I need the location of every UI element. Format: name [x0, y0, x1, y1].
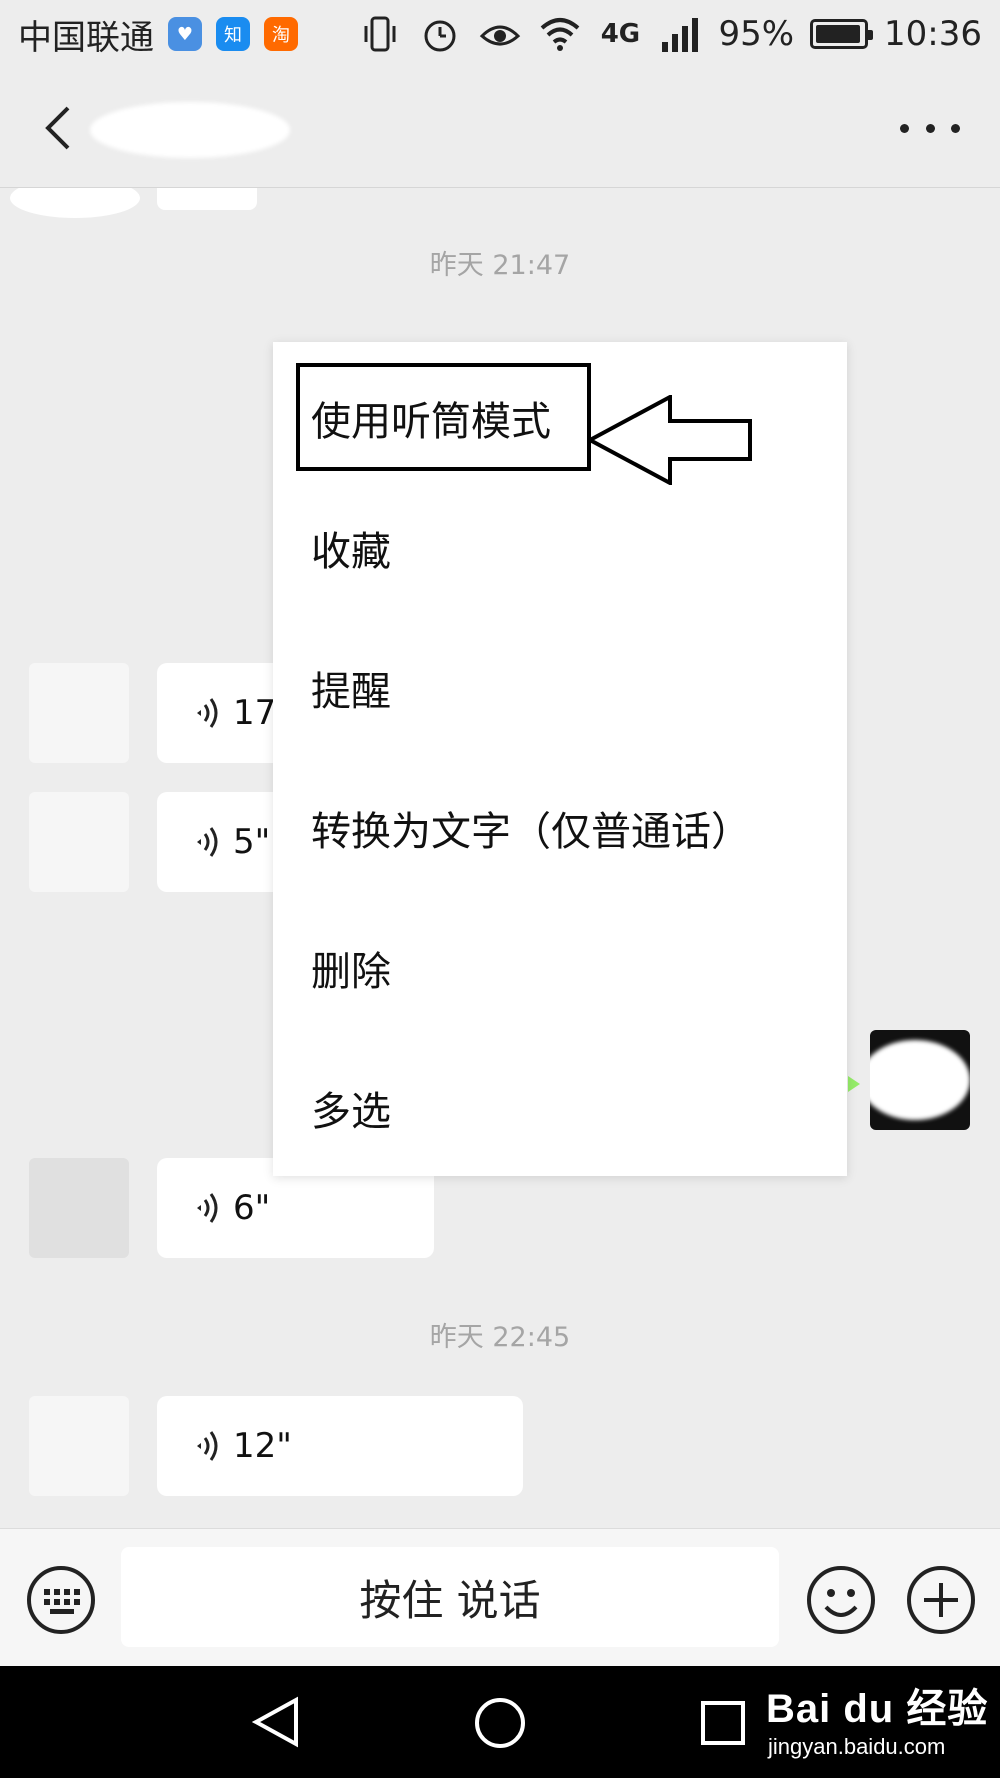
- voice-icon: [197, 827, 218, 857]
- voice-icon: [197, 1431, 218, 1461]
- status-bar: 中国联通 ♥ 知 淘 4G 95% 10:36: [0, 0, 1000, 68]
- more-options-button[interactable]: [900, 108, 960, 148]
- voice-duration: 6": [233, 1188, 271, 1228]
- voice-duration: 5": [233, 822, 271, 862]
- baidu-jingyan-watermark: Bai du 经验 jingyan.baidu.com: [766, 1687, 989, 1759]
- keyboard-toggle-button[interactable]: [26, 1565, 96, 1635]
- triangle-back-icon: [251, 1696, 298, 1748]
- menu-item-convert-to-text[interactable]: 转换为文字（仅普通话）: [311, 802, 751, 862]
- system-navigation-bar: Bai du 经验 jingyan.baidu.com: [0, 1666, 1000, 1778]
- chevron-left-icon: [45, 106, 70, 150]
- voice-duration: 12": [233, 1426, 292, 1466]
- square-recents-icon: [701, 1701, 745, 1745]
- my-avatar[interactable]: [870, 1030, 970, 1130]
- taobao-icon: 淘: [264, 17, 298, 51]
- menu-item-remind[interactable]: 提醒: [311, 662, 391, 722]
- vibrate-icon: [358, 12, 402, 56]
- signal-icon: [658, 12, 702, 56]
- circle-home-icon: [475, 1698, 525, 1748]
- avatar[interactable]: [29, 1396, 129, 1496]
- network-4g-icon: 4G: [600, 19, 641, 49]
- eye-icon: [478, 12, 522, 56]
- avatar[interactable]: [29, 792, 129, 892]
- avatar[interactable]: [10, 188, 140, 218]
- battery-percent: 95%: [718, 14, 795, 54]
- system-recents-button[interactable]: [700, 1700, 746, 1746]
- avatar[interactable]: [29, 663, 129, 763]
- carrier-name: 中国联通: [18, 17, 154, 58]
- voice-icon: [197, 1193, 218, 1223]
- system-back-button[interactable]: [251, 1696, 302, 1748]
- zhihu-icon: 知: [216, 17, 250, 51]
- avatar[interactable]: [29, 1158, 129, 1258]
- menu-item-multiselect[interactable]: 多选: [311, 1082, 391, 1142]
- smiley-icon: [807, 1566, 875, 1634]
- voice-icon: [197, 698, 218, 728]
- voice-message[interactable]: 12": [157, 1396, 523, 1496]
- menu-item-delete[interactable]: 删除: [311, 942, 391, 1002]
- annotation-highlight-box: [296, 363, 591, 471]
- battery-icon: [810, 19, 874, 49]
- input-bar: 按住 说话: [0, 1528, 1000, 1666]
- plus-icon: [907, 1566, 975, 1634]
- health-icon: ♥: [168, 17, 202, 51]
- bubble-tail: [848, 1076, 860, 1092]
- keyboard-icon: [27, 1566, 95, 1634]
- alarm-icon: [418, 12, 462, 56]
- chat-title-redacted: [90, 98, 290, 158]
- emoji-button[interactable]: [806, 1565, 876, 1635]
- timestamp: 昨天 21:47: [429, 250, 571, 281]
- chat-header: [0, 68, 1000, 188]
- hold-to-talk-button[interactable]: 按住 说话: [121, 1547, 779, 1647]
- clock: 10:36: [884, 14, 982, 54]
- voice-duration: 17: [233, 693, 277, 733]
- sticker-message[interactable]: [157, 188, 257, 210]
- wifi-icon: [538, 12, 582, 56]
- timestamp: 昨天 22:45: [429, 1322, 571, 1353]
- menu-item-favorite[interactable]: 收藏: [311, 522, 391, 582]
- system-home-button[interactable]: [473, 1696, 527, 1750]
- annotation-arrow-icon: [588, 395, 752, 485]
- back-button[interactable]: [30, 98, 90, 158]
- more-functions-button[interactable]: [906, 1565, 976, 1635]
